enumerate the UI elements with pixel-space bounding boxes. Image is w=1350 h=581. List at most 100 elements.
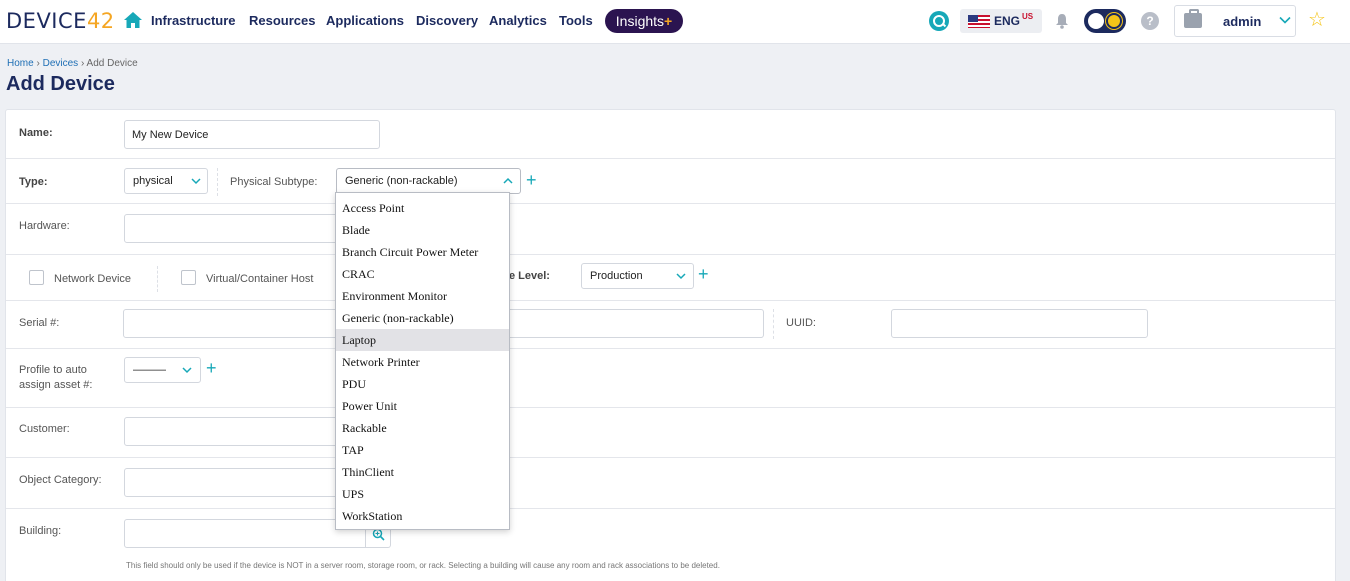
favorite-star-icon[interactable]: ☆ (1308, 9, 1326, 31)
physical-subtype-value: Generic (non-rackable) (345, 175, 458, 187)
username: admin (1223, 14, 1262, 29)
device42-logo[interactable]: DEVICE42 (6, 9, 115, 33)
logo-prefix: DEVICE (6, 9, 87, 33)
type-select[interactable]: physical (124, 168, 208, 194)
name-input[interactable]: My New Device (124, 120, 380, 149)
chevron-down-icon (191, 178, 201, 185)
physical-subtype-dropdown: Access Point Blade Branch Circuit Power … (335, 192, 510, 530)
subtype-option[interactable]: Blade (336, 219, 509, 241)
virtual-host-label: Virtual/Container Host (206, 273, 314, 285)
row-divider (6, 348, 1335, 349)
home-icon[interactable] (123, 11, 143, 29)
service-level-value: Production (590, 270, 643, 282)
logo-number: 42 (86, 9, 115, 33)
subtype-option[interactable]: Access Point (336, 197, 509, 219)
customer-input[interactable] (124, 417, 339, 446)
language-region: US (1022, 12, 1034, 21)
global-search-icon[interactable] (929, 11, 949, 31)
subtype-option-highlighted[interactable]: Laptop (336, 329, 509, 351)
row-divider (6, 300, 1335, 301)
breadcrumb-devices[interactable]: Devices (43, 58, 79, 69)
language-code: ENG (994, 14, 1021, 28)
nav-tools[interactable]: Tools (559, 13, 593, 28)
type-label: Type: (19, 176, 48, 188)
network-device-label: Network Device (54, 273, 132, 285)
profile-label-line1: Profile to auto (19, 364, 87, 376)
service-level-label: e Level: (509, 270, 550, 282)
subtype-option[interactable]: Rackable (336, 417, 509, 439)
chevron-down-icon (182, 367, 192, 374)
us-flag-icon (968, 15, 990, 28)
field-separator (773, 309, 774, 339)
nav-analytics[interactable]: Analytics (489, 13, 547, 28)
subtype-option[interactable]: CRAC (336, 263, 509, 285)
building-label: Building: (19, 525, 62, 537)
nav-resources[interactable]: Resources (249, 13, 315, 28)
insights-plus: + (664, 13, 673, 29)
nav-discovery[interactable]: Discovery (416, 13, 478, 28)
subtype-option[interactable]: Generic (non-rackable) (336, 307, 509, 329)
service-level-select[interactable]: Production (581, 263, 694, 289)
sun-icon (1108, 15, 1120, 27)
field-separator (217, 168, 218, 196)
row-divider (6, 508, 1335, 509)
top-navbar: DEVICE42 Infrastructure Resources Applic… (0, 0, 1350, 44)
breadcrumb-home[interactable]: Home (7, 58, 34, 69)
chevron-down-icon (676, 273, 686, 280)
insights-label: Insights (615, 13, 665, 29)
field-separator (157, 266, 158, 292)
physical-subtype-label: Physical Subtype: (230, 176, 318, 188)
subtype-option[interactable]: Branch Circuit Power Meter (336, 241, 509, 263)
hardware-label: Hardware: (19, 220, 70, 232)
page-title: Add Device (6, 73, 115, 95)
type-value: physical (133, 175, 173, 187)
uuid-label: UUID: (786, 317, 816, 329)
row-divider (6, 407, 1335, 408)
customer-label: Customer: (19, 423, 70, 435)
add-device-form: Name: My New Device Type: physical Physi… (5, 109, 1336, 581)
subtype-option[interactable]: WorkStation (336, 505, 509, 527)
building-input[interactable] (124, 519, 366, 548)
subtype-option[interactable]: Network Printer (336, 351, 509, 373)
row-divider (6, 203, 1335, 204)
bell-icon[interactable] (1054, 13, 1070, 29)
profile-label-line2: assign asset #: (19, 379, 93, 391)
insights-button[interactable]: Insights+ (605, 9, 683, 33)
language-selector[interactable]: ENG US (960, 9, 1042, 33)
subtype-option[interactable]: Power Unit (336, 395, 509, 417)
subtype-option[interactable]: UPS (336, 483, 509, 505)
virtual-host-checkbox[interactable] (181, 270, 196, 285)
network-device-checkbox[interactable] (29, 270, 44, 285)
asset-profile-select[interactable]: ——— (124, 357, 201, 383)
hardware-input[interactable] (124, 214, 339, 243)
subtype-option[interactable]: ThinClient (336, 461, 509, 483)
chevron-up-icon (503, 177, 513, 184)
toggle-knob (1088, 13, 1104, 29)
add-service-level-button[interactable]: + (698, 265, 709, 283)
breadcrumb-separator: › (80, 58, 85, 69)
subtype-option[interactable]: Environment Monitor (336, 285, 509, 307)
theme-toggle[interactable] (1084, 9, 1126, 33)
chevron-down-icon (1279, 16, 1291, 24)
nav-infrastructure[interactable]: Infrastructure (151, 13, 236, 28)
building-hint: This field should only be used if the de… (126, 561, 720, 570)
subtype-option[interactable]: TAP (336, 439, 509, 461)
breadcrumb-current: Add Device (86, 58, 138, 69)
add-subtype-button[interactable]: + (526, 171, 537, 189)
breadcrumb-separator: › (36, 58, 40, 69)
uuid-input[interactable] (891, 309, 1148, 338)
serial-label: Serial #: (19, 317, 60, 329)
object-category-label: Object Category: (19, 474, 102, 486)
asset-profile-value: ——— (133, 364, 166, 376)
user-menu[interactable]: admin (1174, 5, 1296, 37)
row-divider (6, 254, 1335, 255)
physical-subtype-select[interactable]: Generic (non-rackable) (336, 168, 521, 194)
add-asset-profile-button[interactable]: + (206, 359, 217, 377)
help-icon[interactable]: ? (1141, 12, 1159, 30)
breadcrumb: Home › Devices › Add Device (7, 58, 138, 69)
row-divider (6, 158, 1335, 159)
object-category-input[interactable] (124, 468, 339, 497)
subtype-option[interactable]: PDU (336, 373, 509, 395)
name-label: Name: (19, 127, 53, 139)
nav-applications[interactable]: Applications (326, 13, 404, 28)
